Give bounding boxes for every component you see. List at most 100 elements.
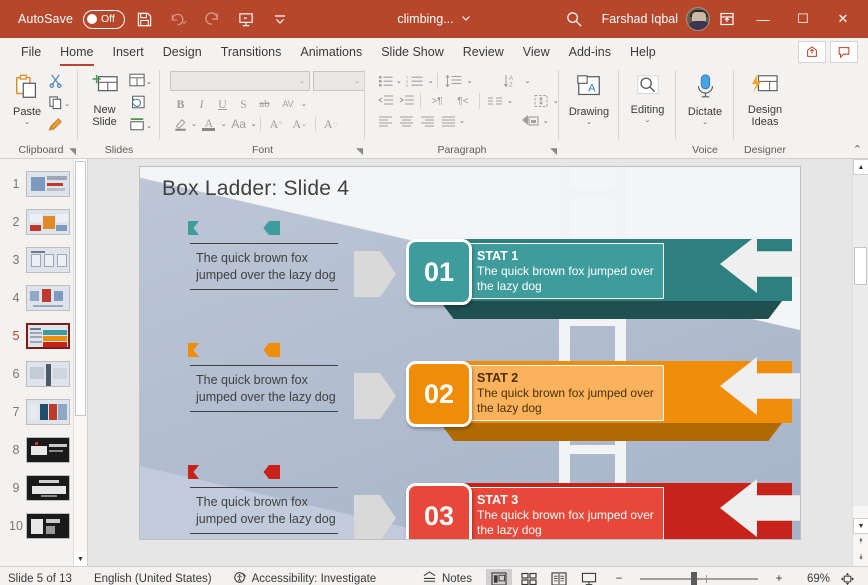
align-text-icon[interactable] [529,91,553,111]
italic-button[interactable]: I [191,94,212,114]
tab-insert[interactable]: Insert [104,41,153,63]
convert-to-smartart-icon[interactable] [517,111,543,131]
character-spacing-button[interactable]: AV [275,94,301,114]
share-icon[interactable] [798,41,826,63]
chevron-down-icon[interactable]: ⌄ [64,100,70,108]
left-text-block[interactable]: The quick brown fox jumped over the lazy… [190,243,338,290]
scroll-up-arrow-icon[interactable]: ▲ [853,159,868,175]
notes-button[interactable]: Notes [422,570,472,585]
customize-quick-access-toolbar-icon[interactable] [265,4,295,34]
new-slide-button[interactable]: New Slide [84,71,125,128]
font-name-input[interactable]: ⌄ [170,71,310,91]
chevron-down-icon[interactable]: ⌄ [467,77,473,85]
slide-vertical-scrollbar[interactable]: ▲ ▼ ⯭ ⯯ [852,159,868,566]
increase-font-size-button[interactable]: A ^ [264,114,288,134]
slide-sorter-view-icon[interactable] [516,569,542,585]
justify-icon[interactable] [438,111,459,131]
previous-slide-button[interactable]: ⯭ [853,534,868,550]
chevron-down-icon[interactable]: ⌄ [146,78,152,86]
collapse-ribbon-chevron-icon[interactable]: ⌃ [853,143,862,156]
align-center-icon[interactable] [396,111,417,131]
language-indicator[interactable]: English (United States) [94,573,212,585]
paste-button[interactable]: Paste ⌄ [10,71,44,126]
text-shadow-button[interactable]: S [233,94,254,114]
bold-button[interactable]: B [170,94,191,114]
thumbnail-preview[interactable] [26,171,70,197]
align-right-icon[interactable] [417,111,438,131]
decrease-indent-icon[interactable] [375,91,396,111]
slide-show-view-icon[interactable] [576,569,602,585]
align-left-icon[interactable] [375,111,396,131]
thumbnail-preview[interactable] [26,323,70,349]
tab-view[interactable]: View [514,41,559,63]
bullets-icon[interactable] [375,71,396,91]
format-painter-button[interactable] [46,115,72,136]
reset-button[interactable] [127,93,154,114]
clear-all-formatting-icon[interactable]: A ◌ [319,114,343,134]
chevron-down-icon[interactable]: ⌄ [428,77,434,85]
normal-view-icon[interactable] [486,568,512,585]
thumbnail-preview[interactable] [26,437,70,463]
chevron-down-icon[interactable]: ⌄ [301,100,307,108]
copy-button[interactable]: ⌄ [46,93,72,114]
thumbnail-scrollbar-thumb[interactable] [75,161,86,416]
save-icon[interactable] [129,4,159,34]
close-button[interactable]: ✕ [824,3,862,35]
design-ideas-button[interactable]: Design Ideas [740,71,790,128]
cut-button[interactable] [46,71,72,92]
slide-title[interactable]: Box Ladder: Slide 4 [162,177,349,201]
search-icon[interactable] [560,4,590,34]
chevron-down-icon[interactable]: ⌄ [251,120,257,128]
tab-file[interactable]: File [12,41,50,63]
sort-icon[interactable]: AZ [499,71,525,91]
thumbnail-preview[interactable] [26,247,70,273]
editing-button[interactable]: Editing ⌄ [625,71,670,124]
tab-slide-show[interactable]: Slide Show [372,41,453,63]
thumbnail-scrollbar[interactable]: ▲ ▼ [73,159,87,566]
dialog-box-launcher-icon[interactable]: ◥ [69,146,76,157]
user-avatar[interactable] [686,7,710,31]
redo-icon[interactable] [197,4,227,34]
ribbon-display-options-icon[interactable] [712,4,742,34]
chevron-down-icon[interactable]: ⌄ [146,122,152,130]
tab-review[interactable]: Review [454,41,513,63]
slide-canvas[interactable]: Box Ladder: Slide 4 OVERVIEW The quick b… [140,167,800,539]
scrollbar-thumb[interactable] [854,247,867,285]
dialog-box-launcher-icon[interactable]: ◥ [356,146,363,157]
dialog-box-launcher-icon[interactable]: ◥ [550,146,557,157]
slide-counter[interactable]: Slide 5 of 13 [8,573,72,585]
zoom-level[interactable]: 69% [796,573,830,585]
document-name[interactable]: climbing... [397,12,453,26]
tab-add-ins[interactable]: Add-ins [560,41,620,63]
text-highlight-color-icon[interactable] [170,114,191,134]
chevron-down-icon[interactable]: ⌄ [24,118,30,126]
left-text-block[interactable]: The quick brown fox jumped over the lazy… [190,487,338,534]
zoom-out-minus-icon[interactable]: − [606,569,632,585]
chevron-down-icon[interactable]: ⌄ [354,77,360,85]
change-case-button[interactable]: Aa [227,114,251,134]
drawing-button[interactable]: A Drawing ⌄ [565,71,613,126]
increase-indent-icon[interactable] [396,91,417,111]
numbering-icon[interactable]: 123 [402,71,428,91]
comments-icon[interactable] [830,41,858,63]
number-box-3[interactable]: 03 [406,483,472,539]
thumbnail-preview[interactable] [26,285,70,311]
font-size-input[interactable]: ⌄ [313,71,365,91]
tab-animations[interactable]: Animations [291,41,371,63]
chevron-down-icon[interactable]: ⌄ [459,117,465,125]
chevron-down-icon[interactable]: ⌄ [543,117,549,125]
user-name[interactable]: Farshad Iqbal [602,12,678,26]
reading-view-icon[interactable] [546,569,572,585]
zoom-slider[interactable] [640,571,758,585]
thumbnail-preview[interactable] [26,209,70,235]
section-button[interactable]: ⌄ [127,115,154,136]
accessibility-status[interactable]: Accessibility: Investigate [233,571,376,585]
dictate-button[interactable]: Dictate ⌄ [682,71,728,126]
undo-icon[interactable] [163,4,193,34]
underline-button[interactable]: U [212,94,233,114]
right-to-left-text-icon[interactable]: ¶< [450,91,476,111]
thumbnail-preview[interactable] [26,399,70,425]
thumbnail-preview[interactable] [26,475,70,501]
chevron-down-icon[interactable]: ⌄ [507,97,513,105]
number-box-2[interactable]: 02 [406,361,472,427]
